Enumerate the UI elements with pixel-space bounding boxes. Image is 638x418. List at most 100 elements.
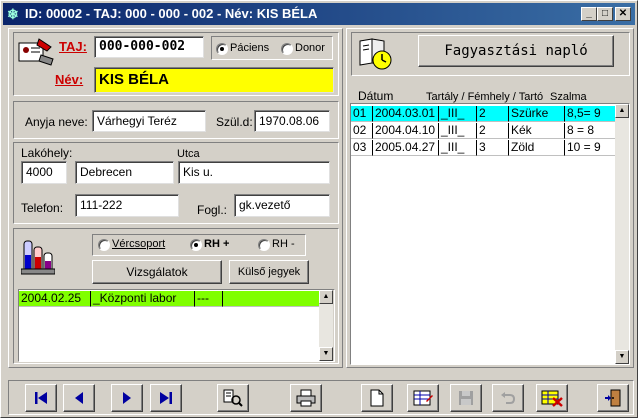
- patient-radio[interactable]: [216, 43, 228, 55]
- freeze-holder: Kék: [509, 123, 565, 139]
- search-button[interactable]: [217, 384, 249, 412]
- freeze-pos: 2: [477, 123, 509, 139]
- new-document-icon: [370, 389, 384, 407]
- scroll-down-icon[interactable]: ▼: [319, 347, 333, 361]
- rh-plus-radio-label: RH +: [204, 238, 230, 250]
- blood-list: 2004.02.25 _Központi labor ---: [19, 290, 319, 361]
- freeze-header-straw: Szalma: [550, 91, 587, 103]
- freeze-date: 2005.04.27: [373, 140, 439, 156]
- street-input[interactable]: Kis u.: [178, 161, 330, 184]
- prev-icon: [75, 392, 83, 404]
- street-label: Utca: [177, 148, 200, 160]
- window-title: ID: 00002 - TAJ: 000 - 000 - 002 - Név: …: [25, 6, 318, 21]
- freeze-date: 2004.04.10: [373, 123, 439, 139]
- city-input[interactable]: Debrecen: [75, 161, 174, 184]
- close-button[interactable]: ✕: [615, 7, 631, 21]
- freeze-list: 01 2004.03.01 _III_ 2 Szürke 8,5= 9 02 2…: [351, 104, 615, 364]
- freeze-pos: 3: [477, 140, 509, 156]
- freeze-straw: 8 = 8: [565, 123, 615, 139]
- exam-date: 2004.02.25: [19, 291, 91, 307]
- rh-minus-radio[interactable]: [258, 239, 270, 251]
- edit-grid-icon: [413, 390, 433, 406]
- address-label: Lakóhely:: [21, 146, 73, 160]
- save-button[interactable]: [450, 384, 482, 412]
- freeze-header-date: Dátum: [358, 89, 394, 103]
- main-window: ❄ ID: 00002 - TAJ: 000 - 000 - 002 - Név…: [0, 0, 638, 418]
- snowflake-icon: ❄: [7, 6, 19, 22]
- exit-button[interactable]: [597, 384, 629, 412]
- minimize-button[interactable]: _: [581, 7, 597, 21]
- new-record-button[interactable]: [361, 384, 393, 412]
- blood-list-scrollbar[interactable]: ▲ ▼: [319, 290, 333, 361]
- first-icon: [35, 392, 47, 404]
- table-row[interactable]: 03 2005.04.27 _III_ 3 Zöld 10 = 9: [351, 140, 615, 156]
- maximize-button[interactable]: □: [597, 7, 613, 21]
- scroll-up-icon[interactable]: ▲: [615, 104, 629, 118]
- mother-label: Anyja neve:: [25, 115, 88, 129]
- zip-input[interactable]: 4000: [21, 161, 67, 184]
- freeze-no: 02: [351, 123, 373, 139]
- taj-label: TAJ:: [59, 39, 87, 54]
- patient-radio-label: Páciens: [230, 42, 270, 54]
- patient-card-icon: [17, 37, 55, 67]
- donor-radio-label: Donor: [295, 42, 325, 54]
- list-item[interactable]: 2004.02.25 _Központi labor ---: [19, 291, 319, 307]
- first-record-button[interactable]: [25, 384, 57, 412]
- external-button[interactable]: Külső jegyek: [229, 260, 309, 284]
- undo-button[interactable]: [492, 384, 524, 412]
- phone-label: Telefon:: [21, 201, 64, 215]
- taj-input[interactable]: 000-000-002: [94, 36, 204, 58]
- save-icon: [459, 391, 473, 405]
- scroll-down-icon[interactable]: ▼: [615, 350, 629, 364]
- exam-place: _Központi labor: [91, 291, 195, 307]
- birth-label: Szül.d:: [216, 115, 253, 129]
- rh-plus-radio[interactable]: [190, 239, 202, 251]
- exam-extra: [223, 291, 319, 307]
- scroll-up-icon[interactable]: ▲: [319, 290, 333, 304]
- birth-input[interactable]: 1970.08.06: [254, 110, 330, 132]
- rh-minus-radio-label: RH -: [272, 238, 295, 250]
- freeze-list-scrollbar[interactable]: ▲ ▼: [615, 104, 629, 364]
- delete-record-button[interactable]: [536, 384, 568, 412]
- freeze-straw: 10 = 9: [565, 140, 615, 156]
- mother-input[interactable]: Várhegyi Teréz: [92, 110, 206, 132]
- freeze-log-button[interactable]: Fagyasztási napló: [418, 35, 614, 67]
- job-input[interactable]: gk.vezető: [234, 194, 330, 217]
- table-row[interactable]: 02 2004.04.10 _III_ 2 Kék 8 = 8: [351, 123, 615, 139]
- freeze-no: 01: [351, 106, 373, 122]
- printer-icon: [296, 389, 316, 407]
- undo-icon: [501, 392, 516, 404]
- freeze-pos: 2: [477, 106, 509, 122]
- last-record-button[interactable]: [150, 384, 182, 412]
- freeze-no: 03: [351, 140, 373, 156]
- freeze-tank: _III_: [439, 123, 477, 139]
- freeze-header-tank: Tartály / Fémhely / Tartó: [426, 91, 544, 103]
- job-label: Fogl.:: [197, 203, 228, 217]
- name-input[interactable]: KIS BÉLA: [94, 67, 334, 93]
- exam-result: ---: [195, 291, 223, 307]
- freeze-straw: 8,5= 9: [565, 106, 615, 122]
- table-row[interactable]: 01 2004.03.01 _III_ 2 Szürke 8,5= 9: [351, 106, 615, 122]
- delete-grid-icon: [541, 390, 563, 407]
- next-icon: [123, 392, 131, 404]
- bloodgroup-radio-label: Vércsoport: [112, 238, 166, 250]
- freeze-tank: _III_: [439, 106, 477, 122]
- freeze-holder: Szürke: [509, 106, 565, 122]
- edit-record-button[interactable]: [407, 384, 439, 412]
- search-list-icon: [223, 389, 243, 407]
- last-icon: [160, 392, 172, 404]
- exams-button[interactable]: Vizsgálatok: [92, 260, 222, 284]
- book-clock-icon: [357, 37, 393, 71]
- freeze-date: 2004.03.01: [373, 106, 439, 122]
- bloodgroup-radio[interactable]: [98, 239, 110, 251]
- freeze-tank: _III_: [439, 140, 477, 156]
- next-record-button[interactable]: [111, 384, 143, 412]
- name-label: Név:: [55, 72, 84, 87]
- freeze-holder: Zöld: [509, 140, 565, 156]
- print-button[interactable]: [290, 384, 322, 412]
- donor-radio[interactable]: [281, 43, 293, 55]
- prev-record-button[interactable]: [63, 384, 95, 412]
- phone-input[interactable]: 111-222: [75, 194, 179, 217]
- title-bar[interactable]: ❄ ID: 00002 - TAJ: 000 - 000 - 002 - Név…: [3, 3, 635, 25]
- test-tubes-icon: [20, 239, 56, 275]
